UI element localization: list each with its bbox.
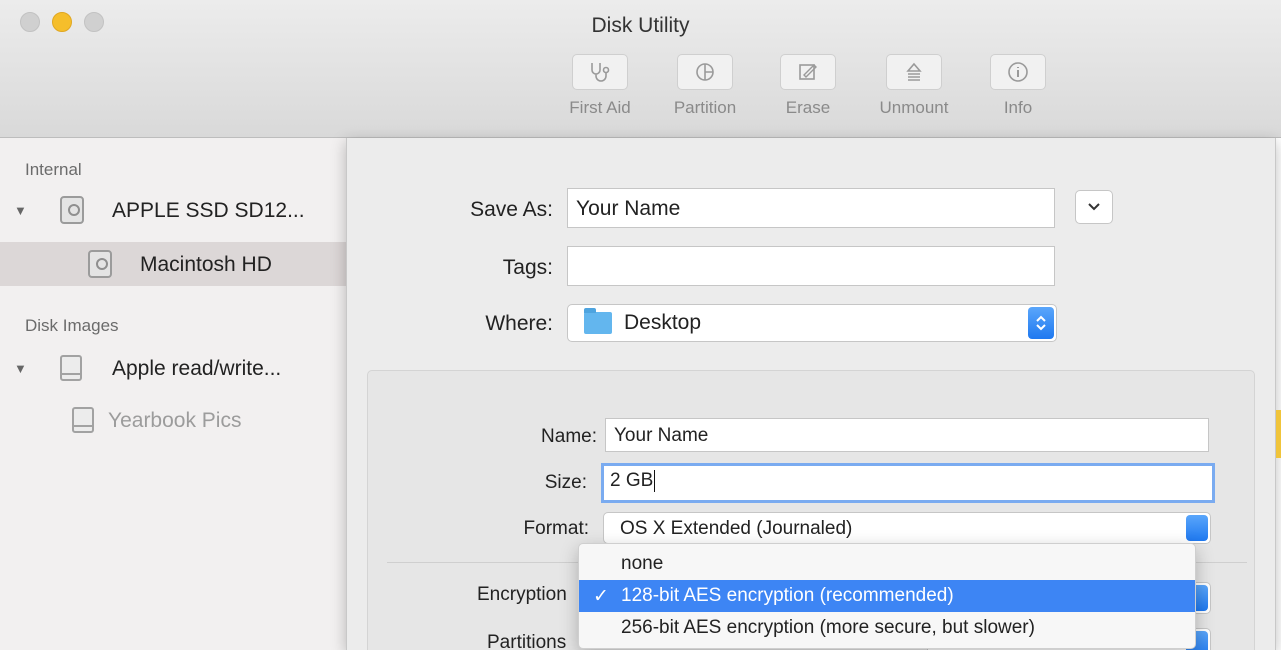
where-popup[interactable]: Desktop	[567, 304, 1057, 342]
menu-item-label: none	[621, 553, 664, 574]
size-value: 2 GB	[610, 470, 654, 492]
disclosure-triangle-icon[interactable]: ▼	[14, 203, 27, 218]
size-input[interactable]: 2 GB	[601, 463, 1215, 503]
save-as-label: Save As:	[470, 198, 553, 221]
checkmark-icon: ✓	[593, 585, 609, 607]
tags-input[interactable]	[567, 246, 1055, 286]
format-value: OS X Extended (Journaled)	[620, 518, 853, 539]
sidebar-item-label: Macintosh HD	[140, 253, 272, 276]
encryption-label: Encryption	[477, 584, 567, 605]
info-icon	[1008, 62, 1028, 82]
unmount-label: Unmount	[879, 98, 949, 117]
tags-label: Tags:	[502, 256, 553, 279]
sidebar-item-label: APPLE SSD SD12...	[112, 199, 305, 222]
erase-label: Erase	[785, 98, 831, 117]
size-label: Size:	[544, 472, 587, 493]
menu-item-label: 256-bit AES encryption (more secure, but…	[621, 617, 1035, 638]
expand-save-panel-button[interactable]	[1075, 190, 1113, 224]
format-label: Format:	[523, 518, 589, 539]
menu-item-none[interactable]: none	[579, 548, 1195, 580]
background-window-edge	[1276, 410, 1281, 458]
sidebar-item-label: Apple read/write...	[112, 357, 282, 380]
where-value: Desktop	[624, 311, 702, 334]
first-aid-button[interactable]: First Aid	[558, 54, 642, 118]
hard-disk-icon	[60, 196, 84, 224]
info-button[interactable]: Info	[976, 54, 1060, 118]
partition-label: Partition	[673, 98, 737, 117]
sidebar-item-macintosh-hd[interactable]: Macintosh HD	[0, 242, 346, 286]
stethoscope-icon	[591, 63, 610, 82]
menu-item-label: 128-bit AES encryption (recommended)	[621, 585, 954, 606]
text-caret	[654, 470, 656, 492]
folder-icon	[584, 308, 612, 334]
disk-image-icon	[72, 407, 94, 433]
unmount-button[interactable]: Unmount	[872, 54, 956, 118]
menu-item-256-bit-aes[interactable]: 256-bit AES encryption (more secure, but…	[579, 612, 1195, 644]
sidebar-item-yearbook-pics[interactable]: Yearbook Pics	[0, 398, 346, 442]
sidebar-item-apple-read-write[interactable]: ▼ Apple read/write...	[0, 346, 346, 390]
stepper-arrows-icon	[1186, 515, 1208, 541]
window-title: Disk Utility	[591, 14, 690, 37]
disk-image-icon	[60, 355, 82, 381]
info-label: Info	[1003, 98, 1033, 117]
sidebar-item-apple-ssd[interactable]: ▼ APPLE SSD SD12...	[0, 188, 346, 232]
title-bar: Disk Utility First Aid Partition Erase U…	[0, 0, 1281, 138]
chevron-down-icon	[1088, 203, 1100, 211]
partitions-label: Partitions	[487, 632, 567, 650]
save-as-input[interactable]: Your Name	[567, 188, 1055, 228]
name-label: Name:	[541, 426, 597, 447]
disclosure-triangle-icon[interactable]: ▼	[14, 361, 27, 376]
name-input[interactable]: Your Name	[605, 418, 1209, 452]
eject-icon	[906, 62, 922, 81]
partition-button[interactable]: Partition	[663, 54, 747, 118]
where-label: Where:	[485, 312, 553, 335]
hard-disk-icon	[88, 250, 112, 278]
format-popup[interactable]: OS X Extended (Journaled)	[603, 512, 1211, 544]
erase-button[interactable]: Erase	[766, 54, 850, 118]
erase-icon	[799, 64, 817, 80]
stepper-arrows-icon	[1028, 307, 1054, 339]
sidebar-section-disk-images: Disk Images	[25, 316, 119, 335]
menu-item-128-bit-aes[interactable]: ✓ 128-bit AES encryption (recommended)	[579, 580, 1195, 612]
sidebar-section-internal: Internal	[25, 160, 82, 179]
partition-icon	[696, 63, 714, 81]
sidebar: Internal ▼ APPLE SSD SD12... Macintosh H…	[0, 138, 346, 650]
sidebar-item-label: Yearbook Pics	[108, 409, 242, 432]
first-aid-label: First Aid	[569, 98, 631, 117]
encryption-menu: none ✓ 128-bit AES encryption (recommend…	[578, 543, 1196, 649]
